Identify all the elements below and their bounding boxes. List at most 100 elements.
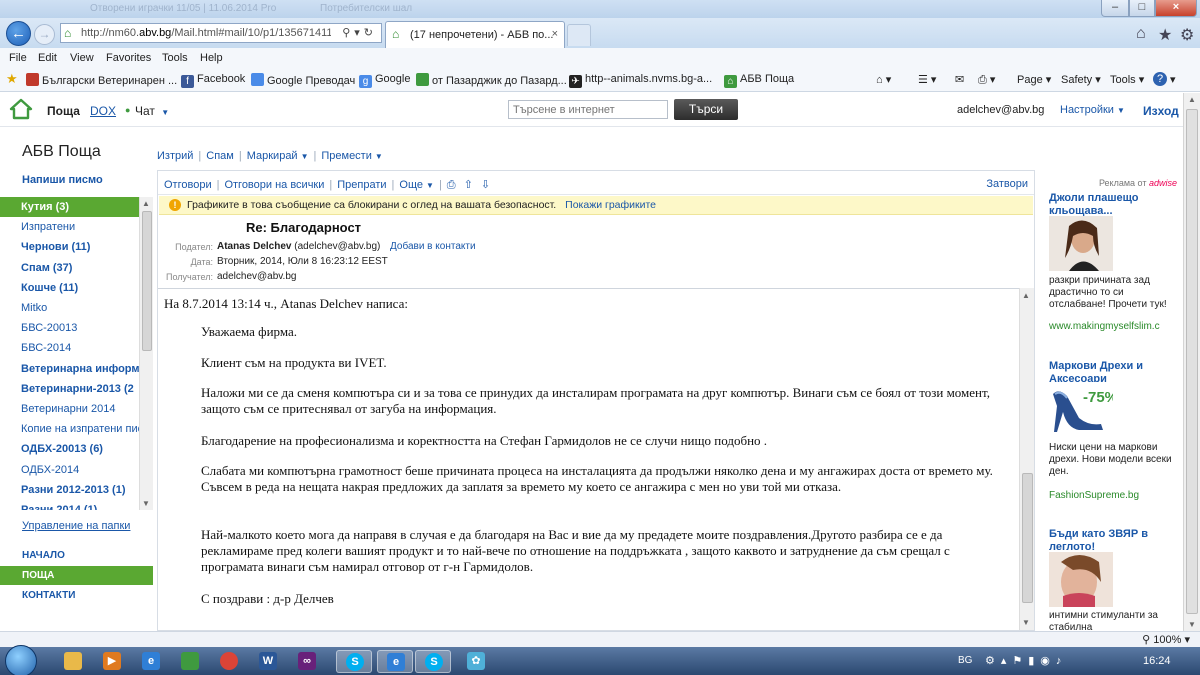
zoom-control[interactable]: ⚲ 100% ▾: [1142, 633, 1190, 646]
mail-command[interactable]: ✉: [955, 73, 964, 86]
web-search-input[interactable]: [508, 100, 668, 119]
close-message-button[interactable]: Затвори: [986, 178, 1028, 190]
ad-woman-photo[interactable]: [1049, 216, 1113, 271]
scroll-down-icon[interactable]: ▼: [1022, 618, 1030, 627]
close-window-button[interactable]: ×: [1155, 0, 1197, 17]
favorites-star-icon-bar[interactable]: ★: [6, 71, 18, 87]
folder-item[interactable]: Mitko: [0, 298, 139, 318]
feeds-command[interactable]: ☰ ▾: [918, 73, 936, 86]
bottom-nav-0[interactable]: НАЧАЛО: [0, 546, 153, 565]
favorite-link[interactable]: ⌂ АБВ Поща: [724, 73, 794, 88]
folder-item[interactable]: Ветеринарни-2013 (2: [0, 379, 139, 399]
safety-menu[interactable]: Safety ▾: [1061, 73, 1101, 86]
menu-file[interactable]: File: [9, 52, 27, 64]
folder-item[interactable]: Разни 2012-2013 (1): [0, 480, 139, 500]
folder-item[interactable]: Чернови (11): [0, 237, 139, 257]
tray-icons[interactable]: ⚙▴⚑▮◉♪: [985, 654, 1067, 667]
chat-menu[interactable]: Чат ▼: [135, 104, 169, 118]
folder-item[interactable]: Спам (37): [0, 258, 139, 278]
favorite-link[interactable]: g Google: [359, 73, 410, 88]
forward-button[interactable]: →: [34, 24, 55, 45]
language-indicator[interactable]: BG: [958, 655, 972, 666]
folder-item[interactable]: Кошче (11): [0, 278, 139, 298]
bottom-nav-1[interactable]: ПОЩА: [0, 566, 153, 585]
favorite-link[interactable]: ✈ http--animals.nvms.bg-a...: [569, 73, 712, 88]
menu-view[interactable]: View: [70, 52, 94, 64]
taskbar-chrome[interactable]: [211, 650, 247, 673]
ad-url[interactable]: www.makingmyselfslim.c: [1049, 321, 1160, 332]
ad-url[interactable]: FashionSupreme.bg: [1049, 490, 1139, 501]
folder-item[interactable]: ОДБХ-2014: [0, 460, 139, 480]
taskbar-app-2[interactable]: ✿: [458, 650, 494, 673]
dox-link[interactable]: DOX: [90, 104, 116, 118]
settings-menu[interactable]: Настройки ▼: [1060, 104, 1125, 116]
scroll-thumb[interactable]: [1022, 473, 1033, 603]
bottom-nav-2[interactable]: КОНТАКТИ: [0, 586, 153, 605]
show-images-link[interactable]: Покажи графиките: [565, 199, 656, 211]
folder-item[interactable]: ОДБХ-20013 (6): [0, 439, 139, 459]
mail-service-link[interactable]: Поща: [47, 104, 80, 118]
folder-item[interactable]: Разни 2014 (1): [0, 500, 139, 510]
taskbar-ie-active[interactable]: e: [377, 650, 413, 673]
web-search-button[interactable]: Търси: [674, 99, 738, 120]
scroll-thumb[interactable]: [1186, 109, 1198, 614]
taskbar-visual-studio[interactable]: ∞: [289, 650, 325, 673]
taskbar-skype[interactable]: S: [336, 650, 372, 673]
scroll-thumb[interactable]: [142, 211, 152, 351]
favorite-link[interactable]: Български Ветеринарен ...: [26, 73, 177, 87]
home-command[interactable]: ⌂ ▾: [876, 73, 891, 86]
tab-abv-mail[interactable]: ⌂ (17 непрочетени) - АБВ по... ×: [385, 21, 565, 48]
add-contact-link[interactable]: Добави в контакти: [390, 241, 476, 252]
taskbar-skype-2[interactable]: S: [415, 650, 451, 673]
mark-menu[interactable]: Маркирай ▼: [247, 150, 309, 162]
favorite-link[interactable]: от Пазарджик до Пазард...: [416, 73, 567, 87]
reply-all-button[interactable]: Отговори на всички: [224, 179, 324, 191]
favorite-link[interactable]: f Facebook: [181, 73, 245, 88]
home-icon[interactable]: ⌂: [1136, 25, 1146, 43]
ad-title[interactable]: Бъди като ЗВЯР в леглото!: [1049, 528, 1179, 554]
folder-item[interactable]: Изпратени: [0, 217, 139, 237]
forward-button[interactable]: Препрати: [337, 179, 386, 191]
scroll-up-icon[interactable]: ▲: [1022, 291, 1030, 300]
back-button[interactable]: ←: [6, 21, 31, 46]
folder-scrollbar[interactable]: ▲ ▼: [139, 197, 153, 510]
scroll-up-icon[interactable]: ▲: [142, 199, 150, 208]
favorite-link[interactable]: Google Преводач: [251, 73, 355, 87]
favorites-star-icon[interactable]: ★: [1158, 25, 1172, 45]
taskbar-word[interactable]: W: [250, 650, 286, 673]
more-menu[interactable]: Още ▼: [399, 179, 434, 191]
abv-home-logo-icon[interactable]: [9, 98, 33, 120]
print-command[interactable]: ⎙ ▾: [978, 73, 995, 87]
delete-button[interactable]: Изтрий: [157, 150, 193, 162]
folder-item[interactable]: Копие на изпратени пис: [0, 419, 139, 439]
manage-folders-link[interactable]: Управление на папки: [22, 520, 130, 532]
help-icon[interactable]: ?: [1153, 72, 1167, 86]
taskbar-media-player[interactable]: ▶: [94, 650, 130, 673]
page-menu[interactable]: Page ▾: [1017, 73, 1051, 86]
folder-item[interactable]: Ветеринарни 2014: [0, 399, 139, 419]
menu-tools[interactable]: Tools: [162, 52, 188, 64]
reply-button[interactable]: Отговори: [164, 179, 212, 191]
print-icon[interactable]: ⎙: [447, 179, 456, 191]
ad-title[interactable]: Джоли плашещо кльощава...: [1049, 192, 1179, 218]
taskbar-ie[interactable]: e: [133, 650, 169, 673]
taskbar-explorer[interactable]: [55, 650, 91, 673]
start-button[interactable]: [5, 645, 37, 675]
new-tab-button[interactable]: [567, 24, 591, 46]
tools-menu[interactable]: Tools ▾: [1110, 73, 1144, 86]
page-scrollbar[interactable]: ▲ ▼: [1183, 93, 1200, 631]
help-caret-icon[interactable]: ▾: [1170, 73, 1176, 86]
move-menu[interactable]: Премести ▼: [321, 150, 382, 162]
address-text[interactable]: http://nm60.abv.bg/Mail.html#mail/10/p1/…: [81, 27, 331, 39]
logout-link[interactable]: Изход: [1143, 104, 1179, 118]
menu-edit[interactable]: Edit: [38, 52, 57, 64]
next-message-icon[interactable]: ⇩: [481, 179, 490, 191]
folder-item[interactable]: Кутия (3): [0, 197, 139, 217]
ad-woman-photo[interactable]: [1049, 552, 1113, 607]
spam-button[interactable]: Спам: [206, 150, 234, 162]
ad-shoe-image[interactable]: -75%: [1049, 382, 1113, 437]
scroll-down-icon[interactable]: ▼: [142, 499, 150, 508]
minimize-button[interactable]: –: [1101, 0, 1129, 17]
menu-help[interactable]: Help: [200, 52, 223, 64]
maximize-button[interactable]: □: [1129, 0, 1155, 17]
